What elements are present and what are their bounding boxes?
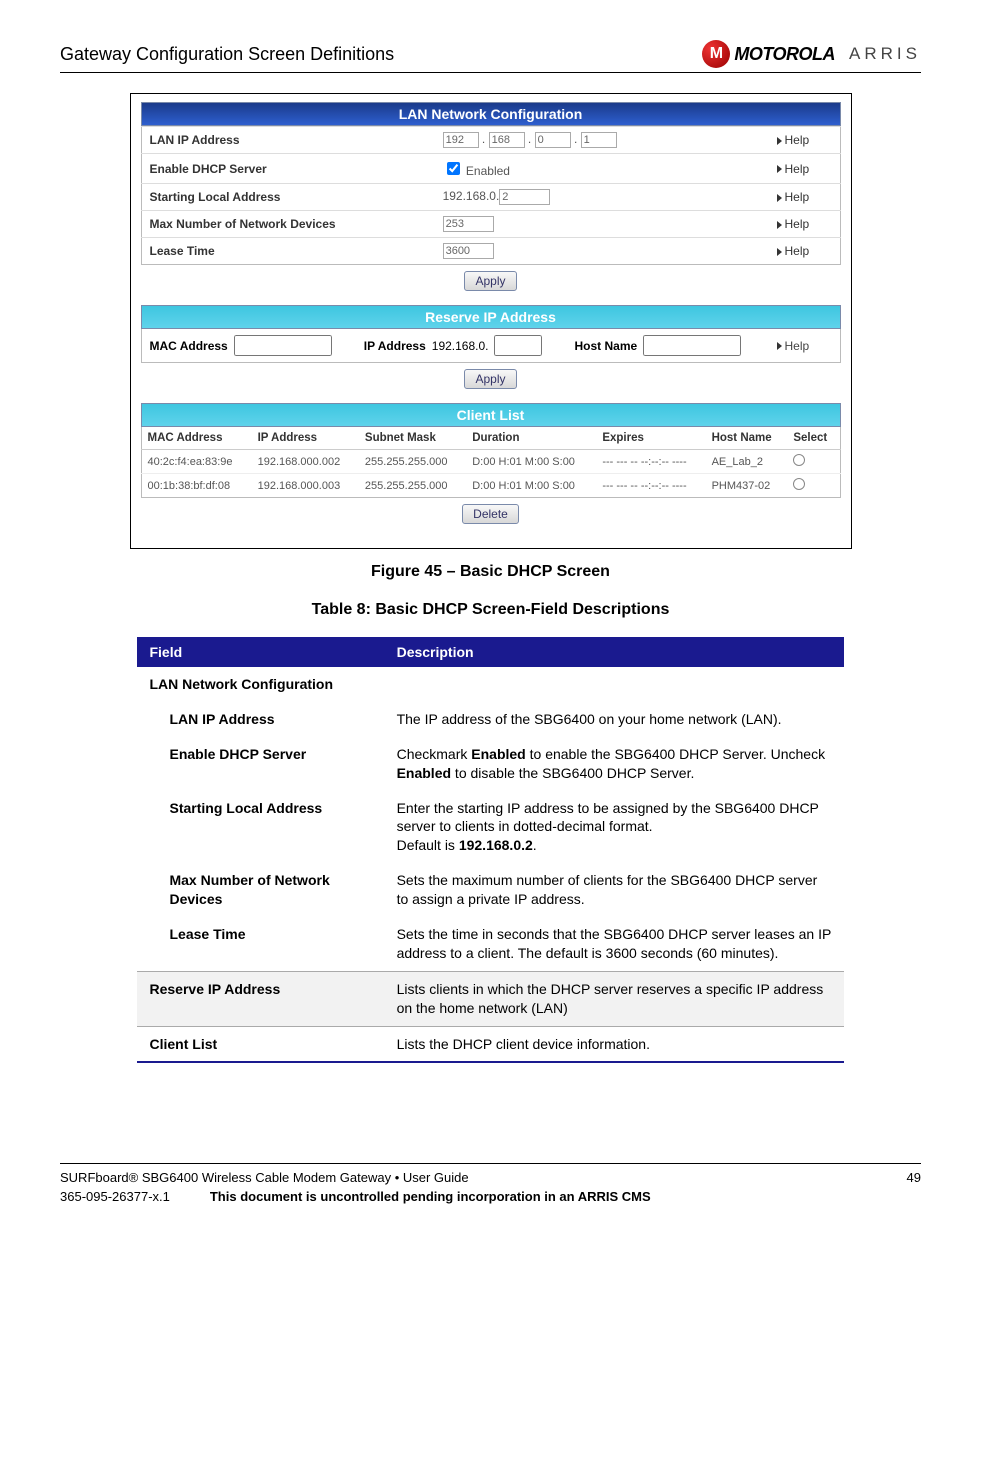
lan-ip-label: LAN IP Address bbox=[141, 127, 435, 154]
reserve-mac-input[interactable] bbox=[234, 335, 332, 356]
field-name: Enable DHCP Server bbox=[137, 737, 384, 791]
chevron-right-icon bbox=[777, 165, 782, 173]
col-mask: Subnet Mask bbox=[359, 427, 466, 450]
col-select: Select bbox=[787, 427, 840, 450]
header-description: Description bbox=[385, 637, 844, 667]
starting-addr-label: Starting Local Address bbox=[141, 184, 435, 211]
reserve-form-row: MAC Address IP Address 192.168.0. Host N… bbox=[141, 329, 841, 363]
screenshot-figure: LAN Network Configuration LAN IP Address… bbox=[130, 93, 852, 549]
chevron-right-icon bbox=[777, 342, 782, 350]
header-title: Gateway Configuration Screen Definitions bbox=[60, 44, 394, 65]
ip-octet-1[interactable] bbox=[443, 132, 479, 148]
help-link[interactable]: Help bbox=[769, 184, 841, 211]
max-devices-input[interactable] bbox=[443, 216, 494, 232]
chevron-right-icon bbox=[777, 137, 782, 145]
field-desc: Sets the maximum number of clients for t… bbox=[385, 863, 844, 917]
lan-ip-value: . . . bbox=[435, 127, 769, 154]
field-desc: Sets the time in seconds that the SBG640… bbox=[385, 917, 844, 971]
starting-addr-value: 192.168.0. bbox=[435, 184, 769, 211]
reserve-panel-title: Reserve IP Address bbox=[141, 305, 841, 329]
field-desc: Lists clients in which the DHCP server r… bbox=[385, 971, 844, 1026]
client-list-table: MAC Address IP Address Subnet Mask Durat… bbox=[141, 427, 841, 498]
footer-product: SURFboard® SBG6400 Wireless Cable Modem … bbox=[60, 1170, 469, 1185]
clientlist-panel-title: Client List bbox=[141, 403, 841, 427]
col-mac: MAC Address bbox=[141, 427, 252, 450]
field-desc: Lists the DHCP client device information… bbox=[385, 1026, 844, 1062]
help-link[interactable]: Help bbox=[769, 154, 841, 184]
apply-button[interactable]: Apply bbox=[464, 271, 516, 291]
help-link[interactable]: Help bbox=[769, 238, 841, 265]
lan-panel-title: LAN Network Configuration bbox=[141, 102, 841, 126]
dhcp-enable-label: Enable DHCP Server bbox=[141, 154, 435, 184]
table-row: 40:2c:f4:ea:83:9e 192.168.000.002 255.25… bbox=[141, 450, 840, 474]
chevron-right-icon bbox=[777, 194, 782, 202]
col-expires: Expires bbox=[596, 427, 705, 450]
lease-time-input[interactable] bbox=[443, 243, 494, 259]
logo-group: M MOTOROLA ARRIS bbox=[702, 40, 921, 68]
header-field: Field bbox=[137, 637, 384, 667]
help-link[interactable]: Help bbox=[777, 339, 832, 353]
help-link[interactable]: Help bbox=[769, 211, 841, 238]
motorola-wordmark: MOTOROLA bbox=[734, 44, 835, 65]
field-desc: Checkmark Enabled to enable the SBG6400 … bbox=[385, 737, 844, 791]
select-radio[interactable] bbox=[793, 454, 805, 466]
field-desc: Enter the starting IP address to be assi… bbox=[385, 791, 844, 864]
reserve-host-label: Host Name bbox=[574, 339, 637, 353]
lease-time-label: Lease Time bbox=[141, 238, 435, 265]
starting-addr-input[interactable] bbox=[499, 189, 550, 205]
reserve-host-input[interactable] bbox=[643, 335, 741, 356]
delete-button[interactable]: Delete bbox=[462, 504, 519, 524]
footer-notice: This document is uncontrolled pending in… bbox=[210, 1189, 651, 1204]
section-reserve-ip: Reserve IP Address bbox=[137, 971, 384, 1026]
dhcp-enable-checkbox[interactable] bbox=[447, 162, 460, 175]
select-radio[interactable] bbox=[793, 478, 805, 490]
section-lan-config: LAN Network Configuration bbox=[137, 667, 843, 702]
section-client-list: Client List bbox=[137, 1026, 384, 1062]
col-ip: IP Address bbox=[252, 427, 359, 450]
motorola-logo-icon: M bbox=[702, 40, 730, 68]
ip-octet-2[interactable] bbox=[489, 132, 525, 148]
figure-caption: Figure 45 – Basic DHCP Screen bbox=[60, 563, 921, 581]
field-name: LAN IP Address bbox=[137, 702, 384, 737]
field-description-table: Field Description LAN Network Configurat… bbox=[137, 637, 843, 1063]
footer-page-number: 49 bbox=[907, 1170, 921, 1185]
col-duration: Duration bbox=[466, 427, 596, 450]
field-desc: The IP address of the SBG6400 on your ho… bbox=[385, 702, 844, 737]
reserve-ip-label: IP Address bbox=[364, 339, 426, 353]
col-hostname: Host Name bbox=[706, 427, 788, 450]
dhcp-enable-value: Enabled bbox=[435, 154, 769, 184]
lan-form-table: LAN IP Address . . . Help Enable DHCP Se… bbox=[141, 126, 841, 265]
table-caption: Table 8: Basic DHCP Screen-Field Descrip… bbox=[60, 601, 921, 619]
field-name: Lease Time bbox=[137, 917, 384, 971]
reserve-ip-input[interactable] bbox=[494, 335, 542, 356]
apply-button[interactable]: Apply bbox=[464, 369, 516, 389]
ip-octet-4[interactable] bbox=[581, 132, 617, 148]
help-link[interactable]: Help bbox=[769, 127, 841, 154]
field-name: Max Number of Network Devices bbox=[137, 863, 384, 917]
page-header: Gateway Configuration Screen Definitions… bbox=[60, 40, 921, 73]
arris-wordmark: ARRIS bbox=[849, 44, 921, 64]
table-row: 00:1b:38:bf:df:08 192.168.000.003 255.25… bbox=[141, 474, 840, 498]
page-footer: SURFboard® SBG6400 Wireless Cable Modem … bbox=[60, 1163, 921, 1204]
field-name: Starting Local Address bbox=[137, 791, 384, 864]
max-devices-label: Max Number of Network Devices bbox=[141, 211, 435, 238]
footer-doc-number: 365-095-26377-x.1 bbox=[60, 1189, 170, 1204]
chevron-right-icon bbox=[777, 221, 782, 229]
chevron-right-icon bbox=[777, 248, 782, 256]
reserve-mac-label: MAC Address bbox=[150, 339, 228, 353]
ip-octet-3[interactable] bbox=[535, 132, 571, 148]
